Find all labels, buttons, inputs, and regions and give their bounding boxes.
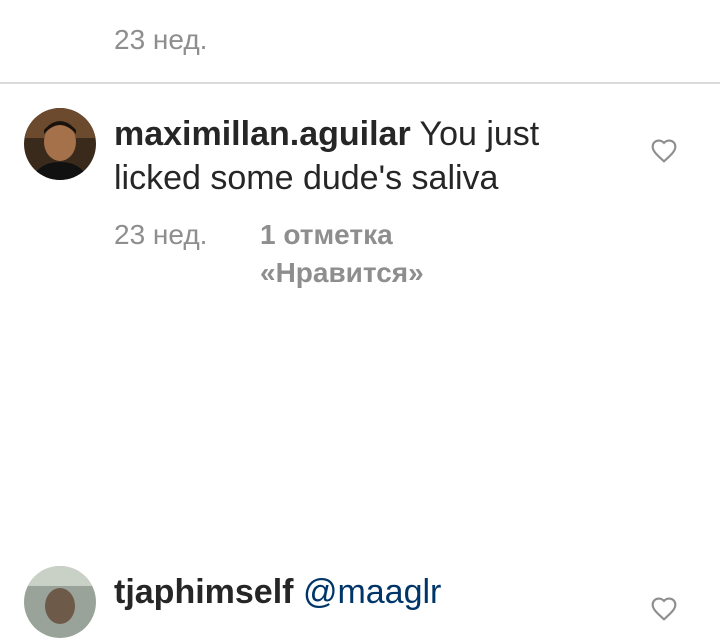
divider [0,82,720,84]
like-button[interactable] [648,592,680,624]
comment-text-block: maximillan.aguilar You just licked some … [114,112,634,200]
avatar-photo-icon [24,108,96,180]
heart-outline-icon [651,139,677,163]
heart-outline-icon [651,597,677,621]
comment-username[interactable]: maximillan.aguilar [114,115,411,153]
comment-text-block: tjaphimself @maaglr [114,570,634,614]
avatar[interactable] [24,108,96,180]
like-button[interactable] [648,134,680,166]
avatar[interactable] [24,566,96,638]
avatar-photo-icon [24,566,96,638]
comment-username[interactable]: tjaphimself [114,573,293,611]
comment-time: 23 нед. [114,219,208,250]
mention-link[interactable]: @maaglr [303,573,441,611]
previous-comment-time: 23 нед. [114,24,208,55]
likes-count-link[interactable]: 1 отметка «Нравится» [260,216,500,292]
